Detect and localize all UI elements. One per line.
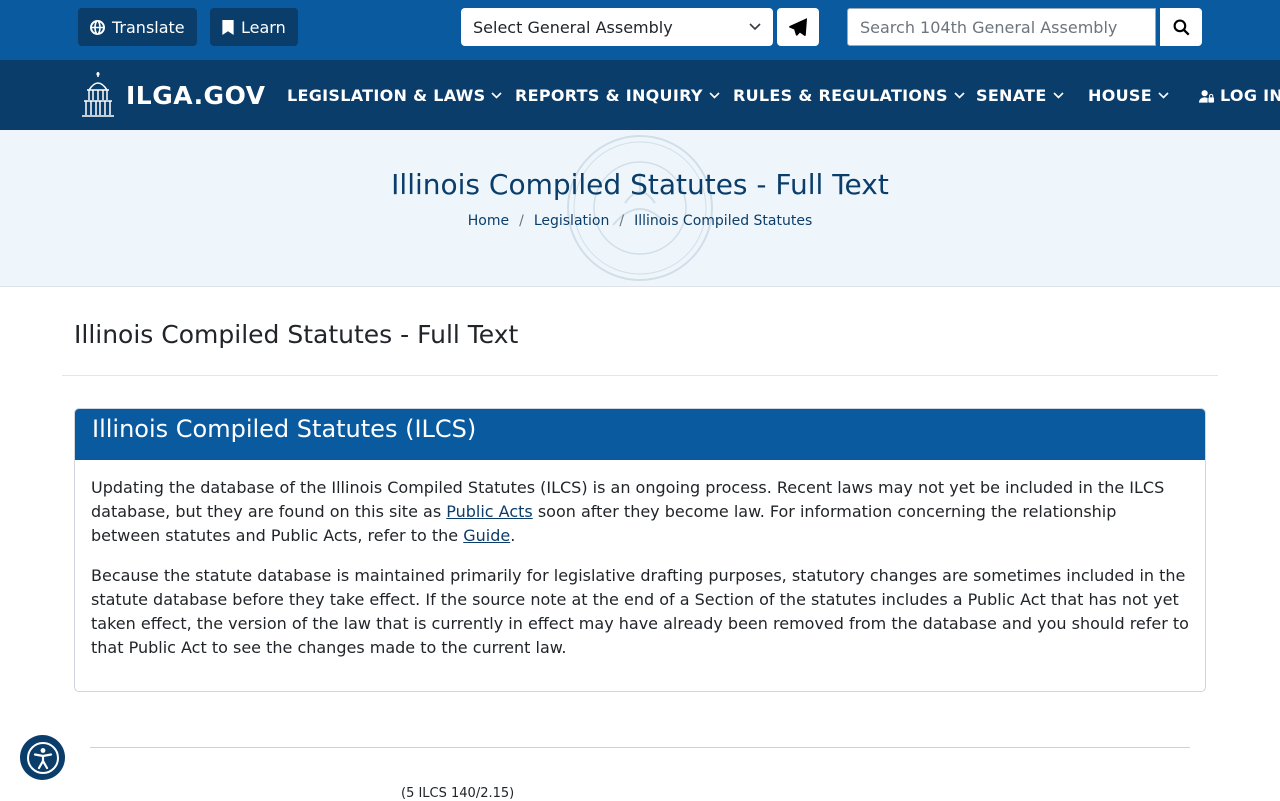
breadcrumb-separator: / [619,213,625,229]
card-title: Illinois Compiled Statutes (ILCS) [75,409,1205,460]
card-paragraph-2: Because the statute database is maintain… [91,566,1189,657]
capitol-dome-icon [82,72,114,117]
translate-button[interactable]: Translate [78,8,197,46]
card-paragraph-1-text-c: . [510,526,516,545]
chevron-down-icon [491,92,503,99]
paper-plane-icon [789,18,807,36]
learn-button[interactable]: Learn [210,8,298,46]
state-seal-watermark [567,135,713,281]
breadcrumb-home[interactable]: Home [468,213,509,229]
login-label: LOG IN [1220,86,1280,105]
chevron-down-icon [954,92,965,99]
login-link[interactable]: LOG IN [1199,86,1280,105]
accessibility-icon [26,741,59,774]
main-navigation: ILGA.GOV LEGISLATION & LAWS REPORTS & IN… [0,60,1280,130]
user-lock-icon [1199,89,1214,103]
divider [90,747,1190,748]
nav-rules-regulations-label: RULES & REGULATIONS [733,86,948,105]
divider [62,375,1218,376]
learn-label: Learn [241,17,286,37]
site-logo-text: ILGA.GOV [126,80,266,110]
go-button[interactable] [777,8,819,46]
guide-link[interactable]: Guide [463,526,510,545]
nav-legislation-laws-label: LEGISLATION & LAWS [287,86,486,105]
breadcrumb: Home / Legislation / Illinois Compiled Statu… [0,213,1280,229]
nav-rules-regulations[interactable]: RULES & REGULATIONS [733,86,965,105]
card-paragraph-1: Updating the database of the Illinois Co… [91,476,1189,548]
breadcrumb-legislation[interactable]: Legislation [534,213,610,229]
breadcrumb-separator: / [519,213,524,229]
search-button[interactable] [1160,8,1202,46]
chevron-down-icon [1158,92,1169,99]
page-title: Illinois Compiled Statutes - Full Text [74,320,519,349]
general-assembly-select[interactable]: Select General Assembly [461,8,773,46]
chevron-down-icon [749,23,761,31]
card-body: Updating the database of the Illinois Co… [75,460,1205,691]
page-hero: Illinois Compiled Statutes - Full Text H… [0,130,1280,287]
nav-legislation-laws[interactable]: LEGISLATION & LAWS [287,86,503,105]
nav-reports-inquiry-label: REPORTS & INQUIRY [515,86,703,105]
hero-title: Illinois Compiled Statutes - Full Text [391,168,889,201]
translate-label: Translate [112,17,185,37]
nav-house[interactable]: HOUSE [1088,86,1169,105]
top-utility-bar: Translate Learn Select General Assembly [0,0,1280,60]
search-icon [1173,19,1190,36]
globe-icon [90,19,105,35]
nav-senate-label: SENATE [976,86,1047,105]
bookmark-icon [222,19,234,35]
breadcrumb-current: Illinois Compiled Statutes [634,213,813,229]
ilcs-info-card: Illinois Compiled Statutes (ILCS) Updati… [74,408,1206,692]
general-assembly-select-value: Select General Assembly [473,17,673,37]
nav-reports-inquiry[interactable]: REPORTS & INQUIRY [515,86,720,105]
search-input[interactable] [847,8,1156,46]
nav-house-label: HOUSE [1088,86,1152,105]
statute-citation: (5 ILCS 140/2.15) [401,786,515,801]
chevron-down-icon [709,92,720,99]
public-acts-link[interactable]: Public Acts [446,502,533,521]
site-logo[interactable]: ILGA.GOV [80,70,266,120]
nav-senate[interactable]: SENATE [976,86,1064,105]
chevron-down-icon [1053,92,1064,99]
accessibility-button[interactable] [20,735,65,780]
